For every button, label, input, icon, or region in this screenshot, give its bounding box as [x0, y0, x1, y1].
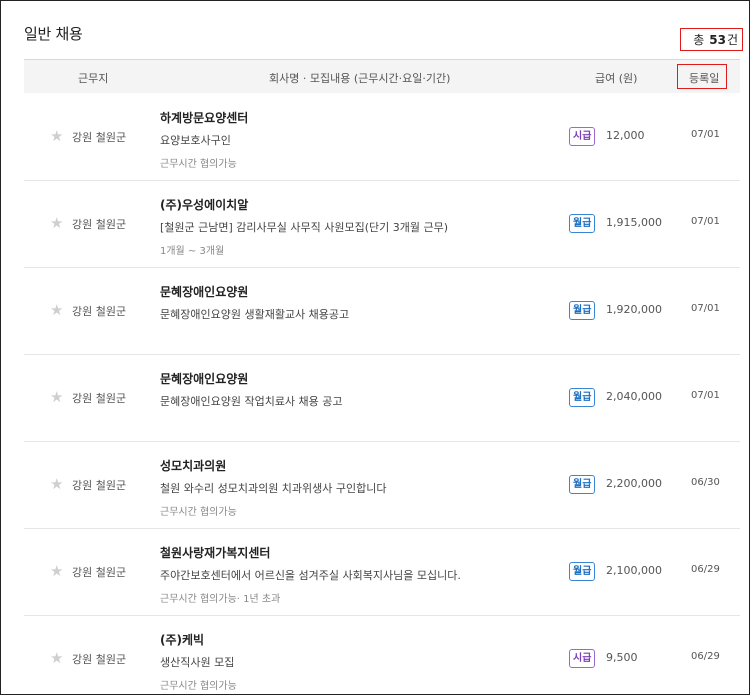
pay-amount: 9,500: [606, 651, 638, 664]
location: 강원 철원군: [72, 479, 127, 492]
registered-date: 06/29: [691, 651, 720, 662]
table-row[interactable]: ★ 강원 철원군 문혜장애인요양원문혜장애인요양원 작업치료사 채용 공고 월급 2,0…: [24, 355, 740, 442]
total-suffix: 건: [726, 33, 738, 47]
pay-type-badge: 월급: [569, 562, 596, 581]
column-header-pay: 급여 (원): [595, 72, 638, 85]
pay-type-badge: 월급: [569, 214, 596, 233]
pay-type-badge: 월급: [569, 475, 596, 494]
table-row[interactable]: ★ 강원 철원군 문혜장애인요양원문혜장애인요양원 생활재활교사 채용공고 월급 1,9…: [24, 268, 740, 355]
total-count: 53: [709, 32, 726, 47]
pay-type-badge: 시급: [569, 127, 596, 146]
star-icon[interactable]: ★: [50, 128, 66, 144]
pay-amount: 2,040,000: [606, 390, 662, 403]
star-icon[interactable]: ★: [50, 215, 66, 231]
registered-date: 06/29: [691, 564, 720, 575]
pay-type-badge: 월급: [569, 301, 596, 320]
company-name[interactable]: (주)우성에이치알: [160, 196, 248, 213]
company-name[interactable]: (주)케빅: [160, 631, 204, 648]
location: 강원 철원군: [72, 566, 127, 579]
pay-amount: 2,200,000: [606, 477, 662, 490]
pay-type-badge: 시급: [569, 649, 596, 668]
company-name[interactable]: 철원사랑재가복지센터: [160, 544, 270, 561]
table-row[interactable]: ★ 강원 철원군 (주)케빅생산직사원 모집근무시간 협의가능 시급 9,500 06/2…: [24, 616, 740, 694]
table-header: 근무지 회사명 · 모집내용 (근무시간·요일·기간) 급여 (원) 등록일: [24, 59, 740, 93]
star-icon[interactable]: ★: [50, 476, 66, 492]
job-title[interactable]: 주야간보호센터에서 어르신을 섬겨주실 사회복지사님을 모십니다.: [160, 567, 461, 583]
table-row[interactable]: ★ 강원 철원군 하계방문요양센터요양보호사구인근무시간 협의가능 시급 12,000 0…: [24, 94, 740, 181]
star-icon[interactable]: ★: [50, 563, 66, 579]
work-condition: 근무시간 협의가능: [160, 507, 237, 518]
total-count-badge: 총 53 건: [680, 28, 743, 51]
location: 강원 철원군: [72, 305, 127, 318]
page-title: 일반 채용: [24, 25, 83, 43]
work-condition: 근무시간 협의가능· 1년 초과: [160, 594, 281, 605]
company-name[interactable]: 성모치과의원: [160, 457, 226, 474]
job-title[interactable]: 요양보호사구인: [160, 132, 231, 148]
location: 강원 철원군: [72, 653, 127, 666]
registered-date: 07/01: [691, 216, 720, 227]
star-icon[interactable]: ★: [50, 650, 66, 666]
column-header-info: 회사명 · 모집내용 (근무시간·요일·기간): [269, 72, 451, 85]
job-title[interactable]: [철원군 근남면] 감리사무실 사무직 사원모집(단기 3개월 근무): [160, 219, 448, 235]
column-header-location: 근무지: [78, 72, 109, 85]
column-header-date[interactable]: 등록일: [689, 70, 719, 86]
table-row[interactable]: ★ 강원 철원군 철원사랑재가복지센터주야간보호센터에서 어르신을 섬겨주실 사회복…: [24, 529, 740, 616]
pay-amount: 1,915,000: [606, 216, 662, 229]
work-condition: 근무시간 협의가능: [160, 159, 237, 170]
registered-date: 06/30: [691, 477, 720, 488]
company-name[interactable]: 문혜장애인요양원: [160, 283, 248, 300]
location: 강원 철원군: [72, 392, 127, 405]
job-title[interactable]: 문혜장애인요양원 작업치료사 채용 공고: [160, 393, 343, 409]
work-condition: 1개월 ~ 3개월: [160, 246, 225, 257]
pay-amount: 12,000: [606, 129, 645, 142]
location: 강원 철원군: [72, 218, 127, 231]
pay-amount: 1,920,000: [606, 303, 662, 316]
table-row[interactable]: ★ 강원 철원군 성모치과의원철원 와수리 성모치과의원 치과위생사 구인합니다근무…: [24, 442, 740, 529]
star-icon[interactable]: ★: [50, 302, 66, 318]
company-name[interactable]: 문혜장애인요양원: [160, 370, 248, 387]
table-row[interactable]: ★ 강원 철원군 (주)우성에이치알 [철원군 근남면] 감리사무실 사무직 사원모집…: [24, 181, 740, 268]
pay-type-badge: 월급: [569, 388, 596, 407]
work-condition: 근무시간 협의가능: [160, 681, 237, 692]
total-prefix: 총: [693, 33, 705, 47]
pay-amount: 2,100,000: [606, 564, 662, 577]
company-name[interactable]: 하계방문요양센터: [160, 109, 248, 126]
job-list-panel: 일반 채용 총 53 건 근무지 회사명 · 모집내용 (근무시간·요일·기간)…: [0, 0, 750, 695]
job-title[interactable]: 문혜장애인요양원 생활재활교사 채용공고: [160, 306, 349, 322]
job-title[interactable]: 생산직사원 모집: [160, 654, 234, 670]
star-icon[interactable]: ★: [50, 389, 66, 405]
job-title[interactable]: 철원 와수리 성모치과의원 치과위생사 구인합니다: [160, 480, 387, 496]
location: 강원 철원군: [72, 131, 127, 144]
registered-date: 07/01: [691, 390, 720, 401]
registered-date: 07/01: [691, 129, 720, 140]
registered-date: 07/01: [691, 303, 720, 314]
